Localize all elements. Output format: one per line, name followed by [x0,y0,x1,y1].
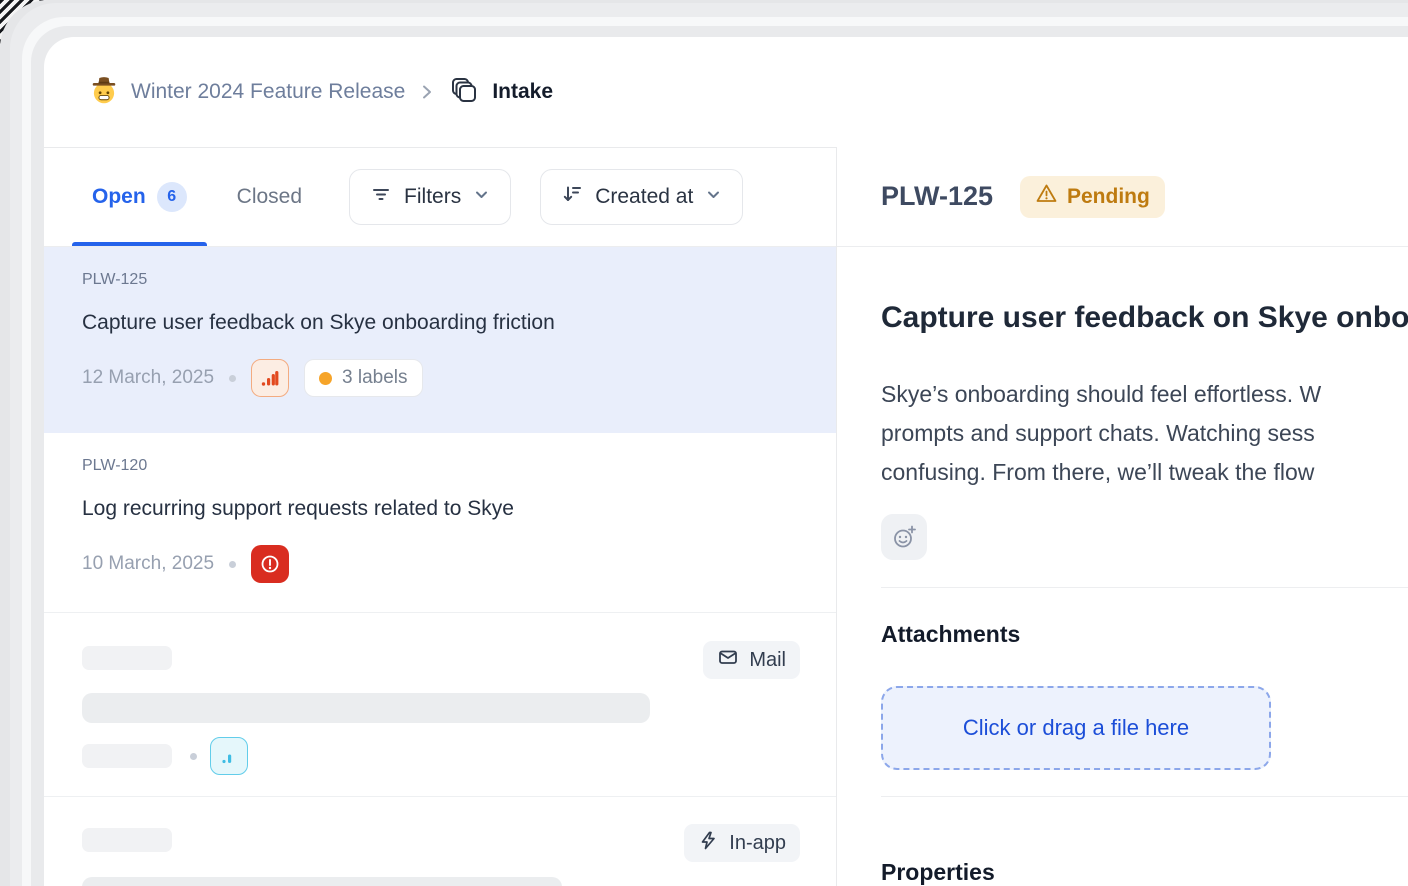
mail-icon [717,646,739,674]
source-badge-label: In-app [729,832,786,855]
detail-body: Capture user feedback on Skye onboarding… [837,247,1408,886]
list-item-loading[interactable]: Mail [44,613,836,797]
section-divider [881,587,1408,588]
page: Winter 2024 Feature Release Intake Open [0,0,1408,886]
description-line: Skye’s onboarding should feel effortless… [881,375,1408,414]
item-id: PLW-125 [82,271,836,289]
skeleton-id-pill [82,646,172,670]
item-title: Capture user feedback on Skye onboarding… [82,311,836,335]
sort-button-label: Created at [595,185,693,209]
dot-separator [229,561,236,568]
description-line: confusing. From there, we’ll tweak the f… [881,453,1408,492]
skeleton-id-pill [82,828,172,852]
intake-stack-icon [449,75,479,110]
dropzone-label: Click or drag a file here [963,715,1189,741]
lightning-bolt-icon [698,830,719,857]
labels-count-text: 3 labels [342,367,408,389]
breadcrumb-project-link[interactable]: Winter 2024 Feature Release [131,80,405,104]
filter-icon [370,183,392,211]
item-date: 10 March, 2025 [82,553,214,575]
detail-panel: PLW-125 Pending Capture user feedback on… [837,147,1408,886]
file-dropzone[interactable]: Click or drag a file here [881,686,1271,770]
status-badge-pending[interactable]: Pending [1020,176,1165,218]
label-color-dot [319,372,332,385]
inbox-list-panel: Open 6 Closed Filters [44,147,837,886]
chevron-down-icon [473,185,490,209]
bar-chart-icon-cyan [210,737,248,775]
active-tab-underline [72,242,207,246]
section-divider [881,796,1408,797]
detail-header: PLW-125 Pending [837,147,1408,247]
detail-title: Capture user feedback on Skye onboarding… [881,301,1408,335]
tab-open-label: Open [92,185,146,209]
item-date: 12 March, 2025 [82,367,214,389]
sort-descending-icon [561,183,583,211]
chevron-down-icon [705,185,722,209]
add-reaction-button[interactable] [881,514,927,560]
app-window: Winter 2024 Feature Release Intake Open [44,37,1408,886]
attachments-heading: Attachments [881,621,1408,648]
list-item[interactable]: PLW-120 Log recurring support requests r… [44,433,836,613]
skeleton-title-bar [82,693,650,723]
labels-badge[interactable]: 3 labels [304,359,423,397]
filters-button[interactable]: Filters [349,169,511,225]
skeleton-title-bar [82,877,562,886]
detail-description: Skye’s onboarding should feel effortless… [881,375,1408,492]
filters-button-label: Filters [404,185,461,209]
dot-separator [190,753,197,760]
breadcrumb: Winter 2024 Feature Release Intake [44,37,1408,147]
status-badge-label: Pending [1067,185,1150,209]
tabs-toolbar: Open 6 Closed Filters [44,147,836,247]
source-badge-inapp: In-app [684,824,800,862]
list-item-loading[interactable]: In-app [44,797,836,886]
sort-created-at-button[interactable]: Created at [540,169,743,225]
tab-open[interactable]: Open 6 [72,147,207,246]
dot-separator [229,375,236,382]
properties-heading: Properties [881,859,1408,886]
source-badge-label: Mail [749,649,786,672]
description-line: prompts and support chats. Watching sess [881,414,1408,453]
list-item-selected[interactable]: PLW-125 Capture user feedback on Skye on… [44,247,836,433]
chevron-right-icon [418,83,436,101]
smiley-plus-icon [891,524,917,550]
breadcrumb-section[interactable]: Intake [492,80,553,104]
skeleton-date-pill [82,744,172,768]
item-id: PLW-120 [82,457,836,475]
open-count-badge: 6 [157,182,187,212]
source-badge-mail: Mail [703,641,800,679]
warning-triangle-icon [1035,182,1058,211]
alert-icon [251,545,289,583]
cowboy-emoji-icon [90,76,118,109]
detail-issue-id: PLW-125 [881,181,993,212]
tab-closed[interactable]: Closed [237,185,302,209]
bar-chart-icon [251,359,289,397]
item-title: Log recurring support requests related t… [82,497,836,521]
